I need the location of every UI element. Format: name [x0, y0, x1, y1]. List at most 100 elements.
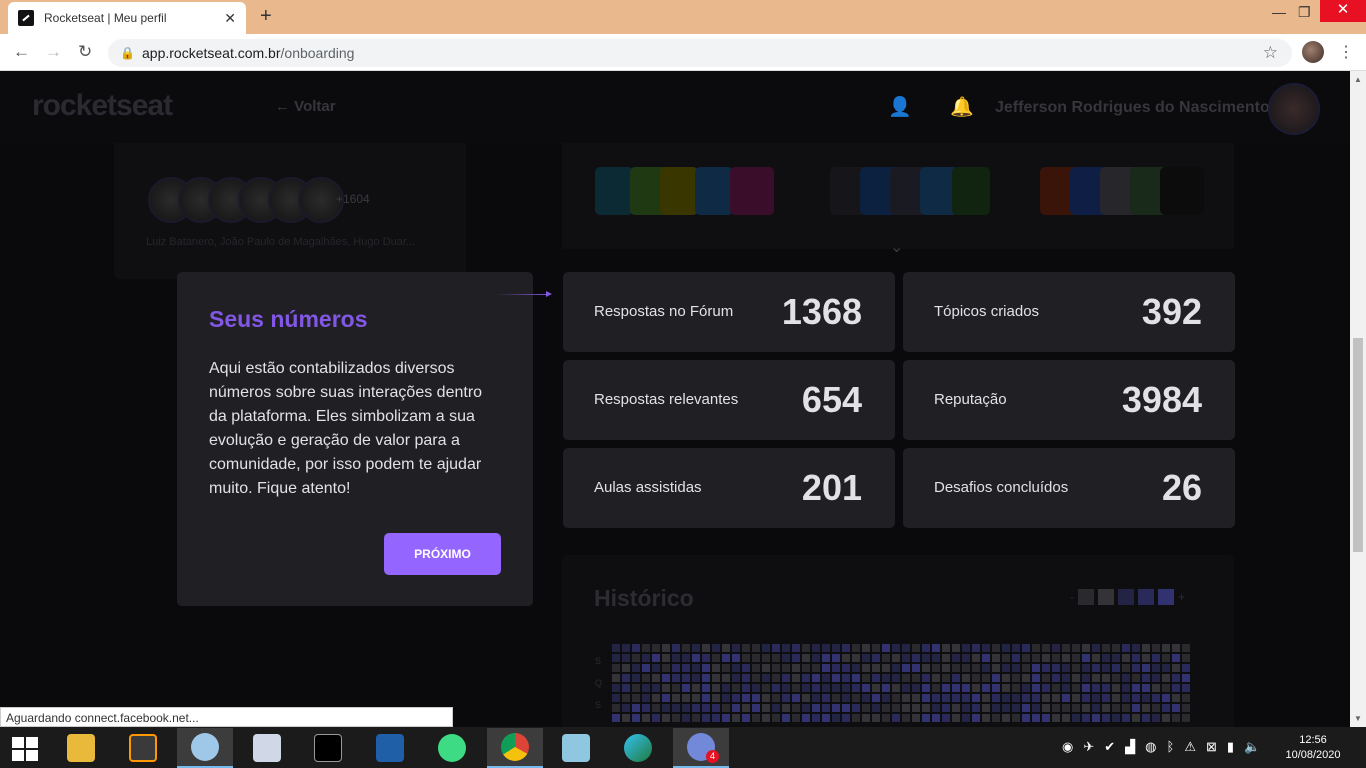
- heatmap-cell: [1072, 714, 1080, 722]
- heatmap-cell: [902, 644, 910, 652]
- heatmap-cell: [962, 684, 970, 692]
- heatmap-cell: [612, 684, 620, 692]
- lock-icon: 🔒: [120, 46, 135, 60]
- heatmap-cell: [922, 704, 930, 712]
- windows-start-icon[interactable]: [12, 737, 38, 761]
- heatmap-cell: [682, 644, 690, 652]
- window-close-icon[interactable]: ✕: [1320, 0, 1366, 22]
- browser-profile-avatar[interactable]: [1302, 41, 1324, 63]
- heatmap-cell: [662, 684, 670, 692]
- tray-globe-icon[interactable]: ◍: [1145, 739, 1156, 755]
- next-button[interactable]: PRÓXIMO: [384, 533, 501, 575]
- scroll-up-icon[interactable]: ▲: [1354, 75, 1362, 84]
- chrome-icon[interactable]: [487, 728, 543, 768]
- heatmap-cell: [732, 684, 740, 692]
- legend-swatch: [1138, 589, 1154, 605]
- heatmap-cell: [792, 664, 800, 672]
- heatmap-cell: [1172, 664, 1180, 672]
- volume-icon[interactable]: 🔈: [1244, 739, 1260, 755]
- heatmap-cell: [782, 714, 790, 722]
- browser-tab[interactable]: Rocketseat | Meu perfil ✕: [8, 2, 246, 34]
- user-name[interactable]: Jefferson Rodrigues do Nascimento: [995, 99, 1270, 117]
- heatmap-cell: [902, 714, 910, 722]
- heatmap-cell: [842, 684, 850, 692]
- heatmap-cell: [1002, 704, 1010, 712]
- heatmap-cell: [982, 644, 990, 652]
- heatmap-cell: [832, 694, 840, 702]
- reload-icon[interactable]: ↻: [78, 42, 92, 62]
- heatmap-cell: [1142, 694, 1150, 702]
- discord-tray-icon[interactable]: ◉: [1062, 739, 1073, 755]
- discord-icon[interactable]: 4: [673, 728, 729, 768]
- heatmap-cell: [822, 654, 830, 662]
- powershell-icon[interactable]: [362, 728, 418, 768]
- network-icon[interactable]: ⊠: [1206, 739, 1217, 755]
- heatmap-cell: [752, 694, 760, 702]
- sublime-text-icon[interactable]: [115, 728, 171, 768]
- command-prompt-icon[interactable]: [300, 728, 356, 768]
- heatmap-cell: [1082, 714, 1090, 722]
- heatmap-cell: [712, 674, 720, 682]
- browser-menu-icon[interactable]: ⋮: [1338, 42, 1354, 62]
- heatmap-cell: [932, 674, 940, 682]
- tray-security-icon[interactable]: ⚠: [1184, 739, 1196, 755]
- user-avatar[interactable]: [1268, 83, 1320, 135]
- heatmap-cell: [782, 704, 790, 712]
- heatmap-cell: [1062, 684, 1070, 692]
- javascript-icon: [660, 167, 698, 215]
- notepad-icon[interactable]: [548, 728, 604, 768]
- heatmap-cell: [1092, 644, 1100, 652]
- heatmap-cell: [1022, 684, 1030, 692]
- add-friend-icon[interactable]: 👤: [888, 95, 912, 119]
- heatmap-cell: [962, 674, 970, 682]
- stat-label: Tópicos criados: [934, 303, 1040, 320]
- heatmap-cell: [772, 714, 780, 722]
- heatmap-cell: [932, 684, 940, 692]
- notifications-bell-icon[interactable]: 🔔: [950, 95, 974, 119]
- bookmark-star-icon[interactable]: ☆: [1263, 39, 1278, 67]
- paint-icon[interactable]: [177, 728, 233, 768]
- calculator-icon[interactable]: [239, 728, 295, 768]
- heatmap-cell: [1052, 644, 1060, 652]
- heatmap-cell: [642, 674, 650, 682]
- heatmap-cell: [952, 664, 960, 672]
- rocketseat-logo[interactable]: rocketseat: [32, 89, 173, 123]
- heatmap-cell: [1072, 694, 1080, 702]
- back-arrow-icon[interactable]: ←: [13, 42, 30, 62]
- heatmap-cell: [632, 694, 640, 702]
- scroll-thumb[interactable]: [1353, 338, 1363, 552]
- clock[interactable]: 12:56 10/08/2020: [1283, 733, 1343, 763]
- heatmap-cell: [1112, 654, 1120, 662]
- minimize-icon[interactable]: —: [1272, 4, 1286, 20]
- heatmap-cell: [962, 664, 970, 672]
- battery-icon[interactable]: ▮: [1227, 739, 1234, 755]
- heatmap-cell: [702, 684, 710, 692]
- signal-icon[interactable]: ▟: [1125, 739, 1135, 755]
- heatmap-cell: [1002, 694, 1010, 702]
- restore-icon[interactable]: ❐: [1298, 4, 1311, 21]
- edge-icon[interactable]: [610, 728, 666, 768]
- heatmap-cell: [612, 714, 620, 722]
- heatmap-cell: [1182, 704, 1190, 712]
- heatmap-cell: [832, 664, 840, 672]
- scroll-down-icon[interactable]: ▼: [1354, 714, 1362, 723]
- back-link[interactable]: ← Voltar: [275, 98, 336, 115]
- address-bar[interactable]: 🔒 app.rocketseat.com.br/onboarding ☆: [108, 39, 1292, 67]
- heatmap-cell: [922, 644, 930, 652]
- tray-app-icon[interactable]: ✈: [1083, 739, 1094, 755]
- chevron-down-icon[interactable]: ⌄: [890, 237, 903, 257]
- file-explorer-icon[interactable]: [53, 728, 109, 768]
- tray-check-icon[interactable]: ✔: [1104, 739, 1115, 755]
- heatmap-cell: [1062, 644, 1070, 652]
- new-tab-button[interactable]: +: [260, 5, 272, 28]
- android-studio-icon[interactable]: [424, 728, 480, 768]
- heatmap-cell: [872, 674, 880, 682]
- tab-close-icon[interactable]: ✕: [224, 10, 236, 27]
- heatmap-cell: [852, 664, 860, 672]
- heatmap-cell: [1152, 684, 1160, 692]
- forward-arrow-icon[interactable]: →: [45, 42, 62, 62]
- heatmap-cell: [642, 654, 650, 662]
- heatmap-cell: [912, 704, 920, 712]
- bluetooth-icon[interactable]: ᛒ: [1167, 739, 1175, 755]
- page-scrollbar[interactable]: ▲ ▼: [1350, 71, 1366, 727]
